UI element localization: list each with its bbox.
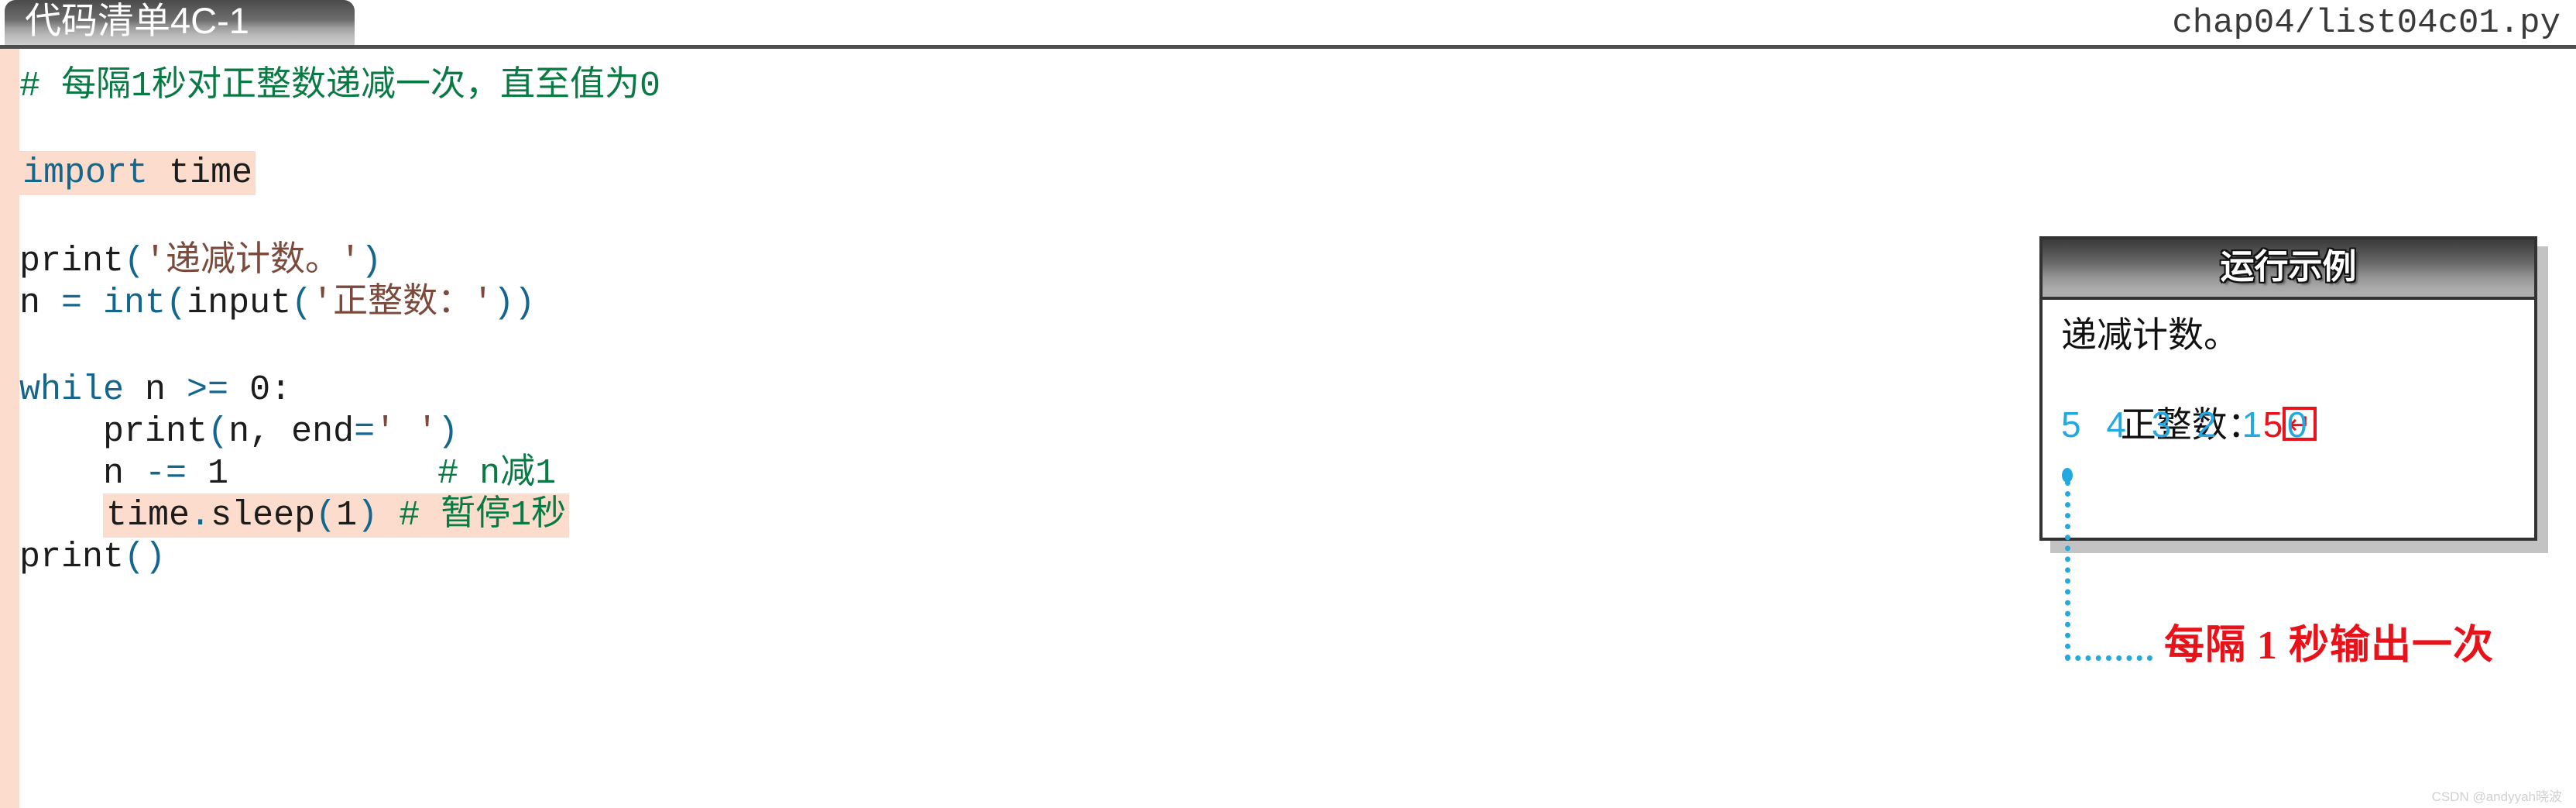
code-token: '递减计数。'	[145, 242, 362, 281]
code-token: n	[124, 370, 187, 410]
code-line: n = int(input('正整数：'))	[19, 283, 535, 325]
code-token: (	[315, 496, 337, 535]
code-token: import	[22, 153, 149, 193]
source-file-path: chap04/list04c01.py	[2172, 4, 2561, 43]
code-token: ' '	[375, 412, 438, 452]
code-line: print('递减计数。')	[19, 241, 382, 283]
code-token: input	[187, 284, 292, 323]
code-line: n -= 1 # n减1	[19, 453, 556, 495]
code-token: n	[19, 454, 146, 493]
code-listing: # 每隔1秒对正整数递减一次，直至值为0 import time print('递减…	[19, 49, 2001, 808]
code-highlight: time.sleep(1) # 暂停1秒	[103, 493, 570, 538]
code-token: 1	[336, 496, 358, 535]
run-panel-header: 运行示例	[2043, 239, 2534, 300]
code-token: 1	[187, 454, 229, 493]
output-line-input: 正整数：5 ↵	[2061, 357, 2534, 445]
code-token: n,	[228, 412, 271, 452]
code-token: >=	[187, 370, 229, 410]
page-header: 代码清单4C-1 chap04/list04c01.py	[0, 0, 2576, 49]
callout-annotation: 每隔 1 秒输出一次	[2164, 624, 2495, 668]
listing-title-label: 代码清单4C-1	[25, 0, 249, 41]
leader-line-vertical	[2065, 480, 2070, 660]
code-token: (	[166, 284, 187, 323]
code-token: time	[106, 496, 190, 535]
code-token: print	[19, 538, 125, 577]
code-token: .	[190, 496, 211, 535]
output-line-countdown: 5 4 3 2 1 0	[2061, 404, 2315, 445]
code-token: )	[437, 412, 459, 452]
code-token: sleep	[211, 496, 316, 535]
code-token: (	[208, 412, 229, 452]
code-line: print()	[19, 537, 166, 579]
code-token: int	[103, 284, 166, 323]
code-token: 0:	[228, 370, 292, 410]
watermark: CSDN @andyyah晓波	[2431, 789, 2562, 804]
output-line-prompt: 递减计数。	[2061, 315, 2239, 355]
leader-line-horizontal	[2065, 655, 2152, 661]
code-token: time	[148, 153, 253, 193]
left-accent-stripe	[0, 49, 19, 808]
code-token: -=	[145, 454, 187, 493]
code-token: print	[19, 242, 125, 281]
run-example-panel: 运行示例 递减计数。 正整数：5 ↵ 5 4 3 2 1 0	[2039, 236, 2537, 541]
code-token: ))	[493, 284, 536, 323]
run-panel-output: 递减计数。 正整数：5 ↵ 5 4 3 2 1 0	[2043, 303, 2534, 541]
code-line: # 每隔1秒对正整数递减一次，直至值为0	[19, 66, 660, 108]
code-token: ()	[124, 538, 166, 577]
code-token: n	[19, 284, 62, 323]
code-token: while	[19, 370, 125, 410]
code-token: # n减1	[437, 454, 557, 493]
code-token: (	[124, 242, 146, 281]
run-panel-title: 运行示例	[2220, 248, 2357, 286]
code-token: print	[19, 412, 208, 452]
code-token: =	[354, 412, 376, 452]
code-token: # 暂停1秒	[399, 496, 567, 535]
code-line: while n >= 0:	[19, 370, 291, 411]
code-line: import time	[19, 151, 256, 195]
code-token: )	[357, 496, 379, 535]
code-line: print(n, end=' ')	[19, 411, 458, 453]
code-token: )	[361, 242, 382, 281]
code-token: =	[61, 284, 83, 323]
code-token: '正整数：'	[312, 284, 494, 323]
code-highlight: import time	[19, 151, 256, 195]
code-token: end	[270, 412, 355, 452]
code-token: (	[291, 284, 313, 323]
code-line: time.sleep(1) # 暂停1秒	[19, 493, 570, 538]
listing-title-tab: 代码清单4C-1	[5, 0, 355, 45]
code-token: # 每隔1秒对正整数递减一次，直至值为0	[19, 67, 661, 106]
